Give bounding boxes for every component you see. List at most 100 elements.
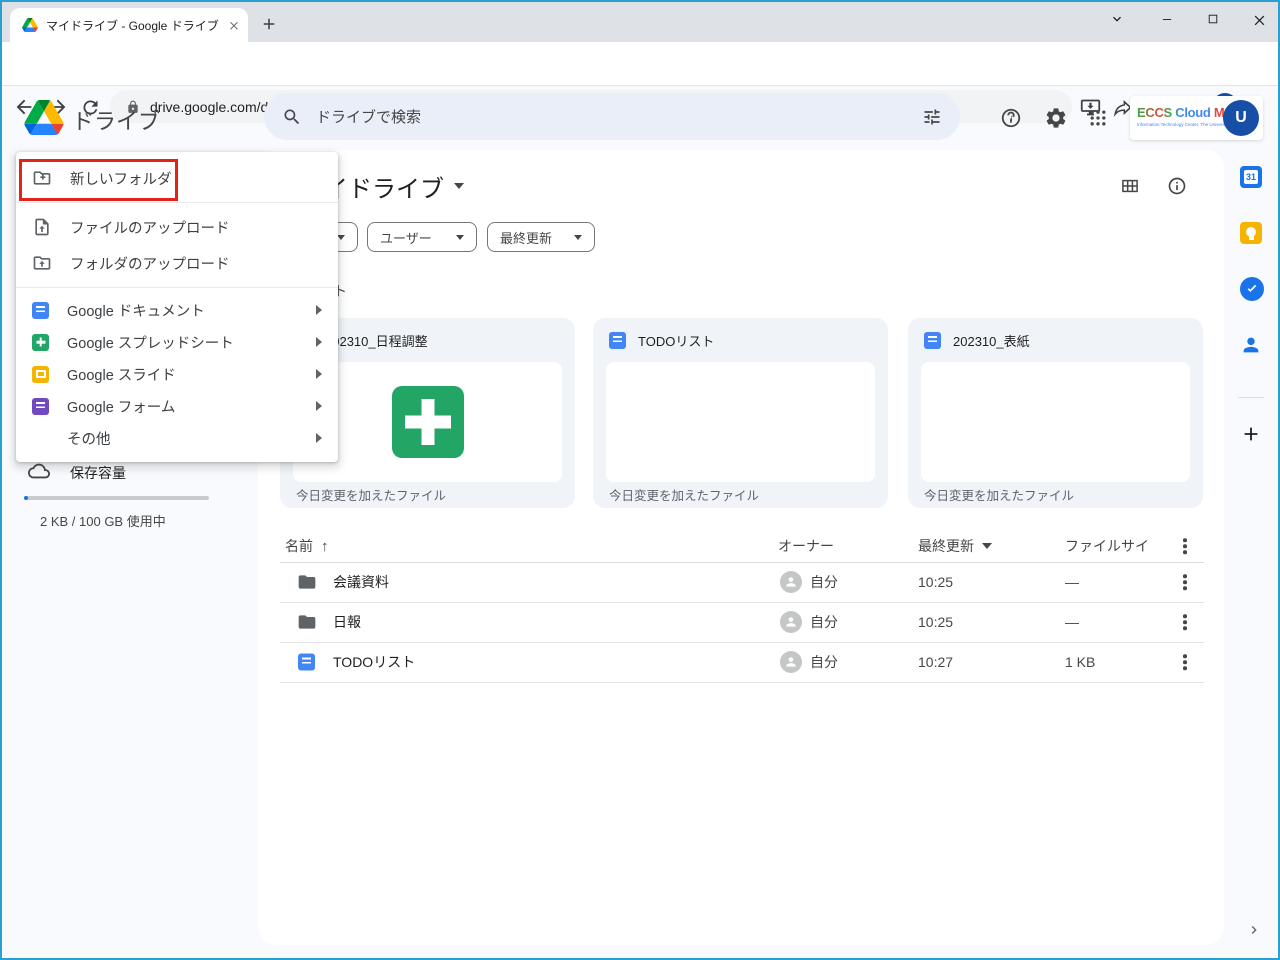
browser-tab[interactable]: マイドライブ - Google ドライブ bbox=[10, 8, 248, 42]
window-border bbox=[0, 0, 2, 960]
modified-time: 10:25 bbox=[918, 614, 953, 630]
tab-search-chevron-icon[interactable] bbox=[1104, 6, 1130, 32]
chevron-right-icon bbox=[316, 433, 322, 443]
menu-item-google-docs[interactable]: Google ドキュメント bbox=[16, 294, 338, 326]
get-addons-plus-icon[interactable] bbox=[1240, 423, 1262, 445]
docs-icon bbox=[32, 302, 49, 319]
sort-descending-caret-icon bbox=[982, 543, 992, 549]
new-folder-icon bbox=[32, 168, 52, 188]
menu-item-label: 新しいフォルダ bbox=[70, 168, 322, 189]
cloud-storage-icon bbox=[28, 460, 50, 482]
column-owner[interactable]: オーナー bbox=[778, 536, 834, 556]
browser-toolbar: drive.google.com/drive/my-drive U bbox=[0, 42, 1280, 86]
owner-cell: 自分 bbox=[780, 611, 838, 633]
menu-item-new-folder[interactable]: 新しいフォルダ bbox=[16, 160, 338, 196]
file-name[interactable]: 会議資料 bbox=[333, 572, 389, 592]
menu-item-label: フォルダのアップロード bbox=[70, 253, 322, 274]
account-badge[interactable]: ECCS Cloud Mail Information Technology C… bbox=[1130, 96, 1263, 140]
menu-item-label: Google ドキュメント bbox=[67, 300, 298, 321]
column-options-kebab-icon[interactable] bbox=[1177, 538, 1193, 554]
tasks-icon[interactable] bbox=[1240, 277, 1264, 301]
calendar-icon[interactable]: 31 bbox=[1240, 166, 1262, 188]
menu-divider bbox=[16, 287, 338, 288]
table-row[interactable]: 日報 自分 10:25 — bbox=[280, 602, 1204, 643]
window-maximize-button[interactable] bbox=[1198, 6, 1228, 32]
menu-item-file-upload[interactable]: ファイルのアップロード bbox=[16, 209, 338, 245]
search-input[interactable]: ドライブで検索 bbox=[264, 93, 960, 140]
chevron-down-icon bbox=[574, 235, 582, 240]
owner-avatar bbox=[780, 611, 802, 633]
file-upload-icon bbox=[32, 217, 52, 237]
info-icon[interactable] bbox=[1165, 174, 1189, 198]
chevron-right-icon bbox=[316, 305, 322, 315]
forms-icon bbox=[32, 398, 49, 415]
storage-usage-text: 2 KB / 100 GB 使用中 bbox=[40, 511, 166, 530]
folder-icon bbox=[297, 572, 317, 592]
docs-icon bbox=[924, 332, 941, 349]
chip-label: 最終更新 bbox=[500, 228, 552, 247]
card-reason: 今日変更を加えたファイル bbox=[296, 485, 446, 504]
window-border bbox=[0, 0, 1280, 2]
filter-chip-people[interactable]: ユーザー bbox=[367, 222, 477, 252]
filter-chip-modified[interactable]: 最終更新 bbox=[487, 222, 595, 252]
tab-title: マイドライブ - Google ドライブ bbox=[46, 17, 228, 34]
table-row[interactable]: 会議資料 自分 10:25 — bbox=[280, 562, 1204, 603]
window-minimize-button[interactable] bbox=[1152, 6, 1182, 32]
slides-icon bbox=[32, 366, 49, 383]
chevron-down-icon bbox=[454, 183, 464, 189]
owner-cell: 自分 bbox=[780, 571, 838, 593]
contacts-icon[interactable] bbox=[1240, 334, 1262, 356]
sheets-logo-icon bbox=[392, 386, 464, 458]
google-apps-grid-icon[interactable] bbox=[1087, 107, 1109, 129]
sheets-icon bbox=[32, 334, 49, 351]
chevron-right-icon bbox=[316, 401, 322, 411]
sidebar-item-storage[interactable]: 保存容量 bbox=[70, 463, 126, 483]
column-name[interactable]: 名前 ↑ bbox=[285, 536, 329, 556]
column-size[interactable]: ファイルサイ bbox=[1065, 536, 1149, 556]
menu-item-label: Google スライド bbox=[67, 364, 298, 385]
keep-icon[interactable] bbox=[1240, 222, 1262, 244]
menu-item-folder-upload[interactable]: フォルダのアップロード bbox=[16, 245, 338, 281]
table-row[interactable]: TODOリスト 自分 10:27 1 KB bbox=[280, 642, 1204, 683]
menu-item-more[interactable]: その他 bbox=[16, 422, 338, 454]
menu-item-google-forms[interactable]: Google フォーム bbox=[16, 390, 338, 422]
row-options-kebab-icon[interactable] bbox=[1177, 614, 1193, 630]
menu-item-google-slides[interactable]: Google スライド bbox=[16, 358, 338, 390]
card-title: 202310_日程調整 bbox=[325, 331, 428, 350]
owner-name: 自分 bbox=[810, 572, 838, 592]
drive-logo-icon bbox=[24, 100, 64, 135]
menu-item-label: Google スプレッドシート bbox=[67, 332, 298, 353]
menu-item-google-sheets[interactable]: Google スプレッドシート bbox=[16, 326, 338, 358]
browser-window: マイドライブ - Google ドライブ bbox=[0, 0, 1280, 960]
folder-icon bbox=[297, 612, 317, 632]
row-options-kebab-icon[interactable] bbox=[1177, 654, 1193, 670]
menu-item-label: ファイルのアップロード bbox=[70, 217, 322, 238]
owner-avatar bbox=[780, 571, 802, 593]
card-reason: 今日変更を加えたファイル bbox=[924, 485, 1074, 504]
help-icon[interactable] bbox=[999, 106, 1023, 130]
suggestion-card[interactable]: 202310_表紙 今日変更を加えたファイル bbox=[908, 318, 1203, 508]
card-title: 202310_表紙 bbox=[953, 331, 1030, 350]
drive-avatar[interactable]: U bbox=[1223, 100, 1259, 136]
grid-view-toggle-icon[interactable] bbox=[1118, 174, 1142, 198]
column-modified[interactable]: 最終更新 bbox=[918, 536, 992, 556]
menu-item-label: その他 bbox=[67, 428, 298, 449]
new-tab-button[interactable] bbox=[258, 13, 280, 35]
docs-icon bbox=[609, 332, 626, 349]
suggestion-card[interactable]: TODOリスト 今日変更を加えたファイル bbox=[593, 318, 888, 508]
file-name[interactable]: TODOリスト bbox=[333, 652, 415, 672]
window-close-button[interactable] bbox=[1244, 6, 1274, 32]
show-side-panel-chevron-icon[interactable] bbox=[1244, 920, 1264, 940]
sort-ascending-arrow-icon: ↑ bbox=[321, 538, 329, 555]
docs-icon bbox=[298, 654, 315, 671]
row-options-kebab-icon[interactable] bbox=[1177, 574, 1193, 590]
file-size: — bbox=[1065, 574, 1079, 590]
search-options-tune-icon[interactable] bbox=[922, 107, 942, 127]
file-size: — bbox=[1065, 614, 1079, 630]
drive-favicon-icon bbox=[22, 18, 38, 32]
chevron-down-icon bbox=[456, 235, 464, 240]
search-icon[interactable] bbox=[282, 107, 302, 127]
settings-gear-icon[interactable] bbox=[1043, 105, 1069, 131]
tab-close-icon[interactable] bbox=[228, 19, 240, 31]
file-name[interactable]: 日報 bbox=[333, 612, 361, 632]
